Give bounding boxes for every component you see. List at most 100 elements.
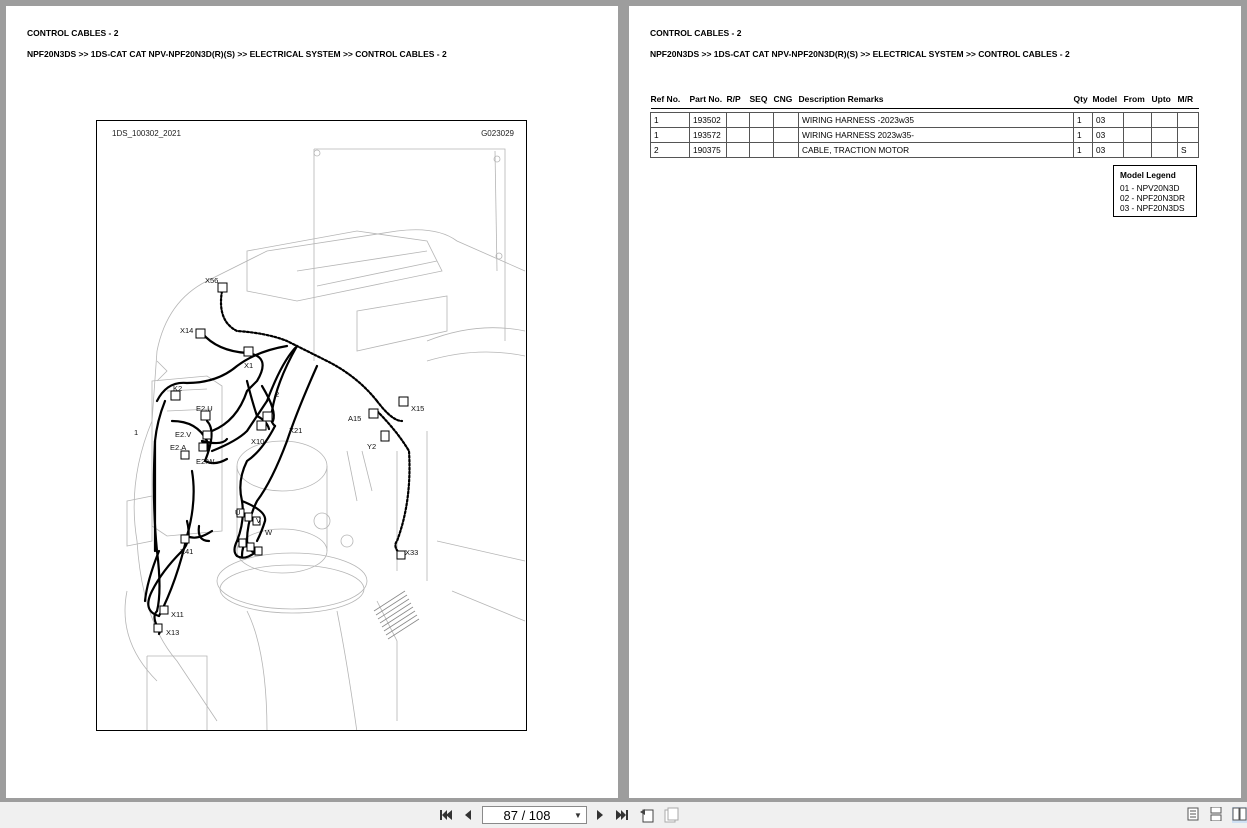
cell-upto [1151,142,1178,158]
cell-mr [1177,127,1199,143]
cell-model: 03 [1092,142,1124,158]
column-header: Part No. [689,92,727,109]
callout-x1: X1 [244,361,253,370]
cell-cng [773,142,799,158]
column-header: SEQ [749,92,774,109]
callout-x15: X15 [411,404,424,413]
last-page-button[interactable] [614,807,630,823]
single-page-view-button[interactable] [1187,807,1201,823]
cell-model: 03 [1092,112,1124,128]
next-page-icon [597,810,603,820]
first-page-button[interactable] [438,807,454,823]
callout-x10: X10 [251,437,264,446]
cell-qty: 1 [1073,142,1093,158]
next-view-button[interactable] [663,807,679,823]
column-header: Qty [1073,92,1093,109]
cell-rp [726,112,750,128]
cell-rp [726,127,750,143]
first-page-icon [440,810,452,820]
callout-u: U [235,508,240,517]
callout-e2w: E2.W [196,457,215,466]
diagram-drawing: X56 X14 X1 K2 E2.U 2 1 E2.V E2.A E2.W X1… [124,148,526,730]
callout-x14: X14 [180,326,193,335]
cell-mr: S [1177,142,1199,158]
model-legend-item: 03 - NPF20N3DS [1120,203,1185,213]
chevron-down-icon[interactable]: ▼ [571,811,585,820]
previous-view-button[interactable] [639,807,655,823]
cell-description: WIRING HARNESS 2023w35- [798,127,1074,143]
table-row: 2 190375 CABLE, TRACTION MOTOR 1 03 S [650,142,1199,158]
column-header: Ref No. [650,92,690,109]
right-page: CONTROL CABLES - 2 NPF20N3DS >> 1DS-CAT … [629,6,1241,798]
cell-part-no: 190375 [689,142,727,158]
callout-x11: X11 [171,610,184,619]
next-page-button[interactable] [592,807,608,823]
cell-part-no: 193572 [689,127,727,143]
model-legend-title: Model Legend [1120,170,1176,180]
callout-ref-1: 1 [134,428,138,437]
column-header: CNG [773,92,799,109]
previous-page-button[interactable] [460,807,476,823]
column-header: Description Remarks [798,92,1074,109]
facing-pages-view-button[interactable] [1232,807,1247,823]
column-header: M/R [1177,92,1199,109]
callout-a15: A15 [348,414,361,423]
cell-qty: 1 [1073,127,1093,143]
callout-e2v: E2.V [175,430,191,439]
callout-e2u: E2.U [196,404,213,413]
callout-ref-2: 2 [275,390,279,399]
forward-view-icon [664,807,679,823]
page-number-field[interactable]: ▼ [482,806,587,824]
callout-k2: K2 [173,384,182,393]
cell-description: CABLE, TRACTION MOTOR [798,142,1074,158]
cell-ref-no: 1 [650,112,690,128]
wiring-diagram: 1DS_100302_2021 G023029 X56 X14 X1 K2 E2… [96,120,527,731]
cell-seq [749,112,774,128]
prev-page-icon [465,810,471,820]
cell-from [1123,142,1152,158]
page-title: CONTROL CABLES - 2 [27,28,119,38]
cell-ref-no: 2 [650,142,690,158]
callout-x13: X13 [166,628,179,637]
cell-from [1123,127,1152,143]
callout-y2: Y2 [367,442,376,451]
table-header-row: Ref No. Part No. R/P SEQ CNG Description… [650,92,1199,109]
cell-seq [749,142,774,158]
left-page: CONTROL CABLES - 2 NPF20N3DS >> 1DS-CAT … [6,6,618,798]
cell-description: WIRING HARNESS -2023w35 [798,112,1074,128]
page-number-input[interactable] [483,807,571,823]
callout-x41: X41 [180,547,193,556]
callout-x56: X56 [205,276,218,285]
table-row: 1 193502 WIRING HARNESS -2023w35 1 03 [650,112,1199,128]
back-view-icon [640,809,654,823]
page-title: CONTROL CABLES - 2 [650,28,742,38]
callout-w: W [265,528,273,537]
breadcrumb: NPF20N3DS >> 1DS-CAT CAT NPV-NPF20N3D(R)… [650,49,1070,59]
breadcrumb: NPF20N3DS >> 1DS-CAT CAT NPV-NPF20N3D(R)… [27,49,447,59]
cell-cng [773,127,799,143]
cell-rp [726,142,750,158]
column-header: R/P [726,92,750,109]
continuous-view-button[interactable] [1210,806,1224,823]
model-legend-item: 01 - NPV20N3D [1120,183,1180,193]
page-navigation-toolbar: ▼ [0,802,1247,828]
cell-from [1123,112,1152,128]
last-page-icon [616,810,628,820]
column-header: Model [1092,92,1124,109]
cell-cng [773,112,799,128]
model-legend-item: 02 - NPF20N3DR [1120,193,1186,203]
cell-seq [749,127,774,143]
callout-v: V [256,516,261,525]
callout-e2a: E2.A [170,443,186,452]
cell-qty: 1 [1073,112,1093,128]
column-header: From [1123,92,1152,109]
facing-pages-view-icon [1232,807,1247,821]
cell-ref-no: 1 [650,127,690,143]
model-legend: Model Legend 01 - NPV20N3D 02 - NPF20N3D… [1113,165,1197,217]
table-row: 1 193572 WIRING HARNESS 2023w35- 1 03 [650,127,1199,143]
cell-upto [1151,112,1178,128]
cell-mr [1177,112,1199,128]
cell-upto [1151,127,1178,143]
cell-model: 03 [1092,127,1124,143]
single-page-view-icon [1187,807,1199,821]
